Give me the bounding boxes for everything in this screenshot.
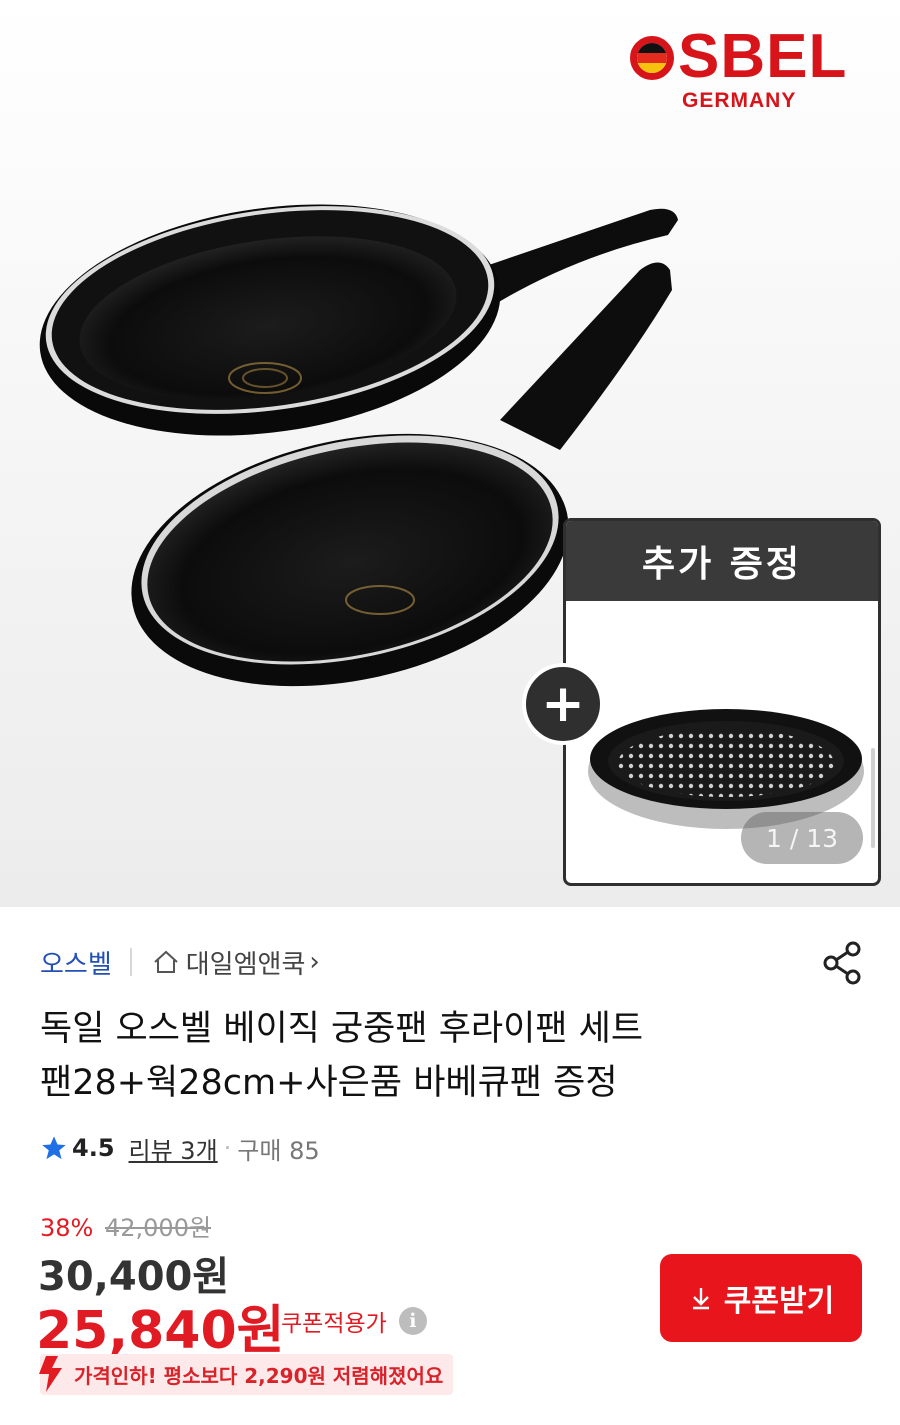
product-title: 독일 오스벨 베이직 궁중팬 후라이팬 세트 팬28+웍28cm+사은품 바베큐… xyxy=(40,1002,870,1110)
discount-percent: 38% xyxy=(40,1214,94,1242)
price-drop-text: 가격인하! 평소보다 2,290원 저렴해졌어요 xyxy=(40,1353,454,1395)
separator-dot: · xyxy=(223,1134,232,1162)
discount-row: 38% 42,000원 xyxy=(40,1208,211,1243)
price-drop-notice: 가격인하! 평소보다 2,290원 저렴해졌어요 xyxy=(36,1353,454,1395)
logo-wordmark: SBEL xyxy=(678,22,848,91)
info-icon[interactable]: i xyxy=(398,1307,427,1335)
coupon-button-label: 쿠폰받기 xyxy=(723,1285,835,1318)
product-image-carousel[interactable]: SBEL GERMANY 추가 증정 + 1 / 13 xyxy=(0,0,900,907)
get-coupon-button[interactable]: 쿠폰받기 xyxy=(660,1254,862,1342)
product-title-line1: 독일 오스벨 베이직 궁중팬 후라이팬 세트 xyxy=(40,1009,644,1049)
logo-subtitle: GERMANY xyxy=(682,89,797,112)
rating-row: 4.5 리뷰 3개 · 구매 85 xyxy=(40,1128,320,1168)
osbel-logo: SBEL GERMANY xyxy=(630,26,880,116)
coupon-note-label: 쿠폰적용가 xyxy=(281,1311,387,1337)
coupon-price: 25,840원 xyxy=(36,1301,285,1361)
gift-label: 추가 증정 xyxy=(566,521,878,601)
brand-link[interactable]: 오스벨 xyxy=(40,944,112,981)
seller-row: 오스벨 대일엠앤쿡 › xyxy=(40,940,870,984)
image-counter: 1 / 13 xyxy=(741,812,863,864)
germany-flag-o xyxy=(630,36,674,80)
review-link[interactable]: 리뷰 3개 xyxy=(129,1131,218,1166)
price-down-arrow-icon xyxy=(39,1356,62,1392)
download-icon xyxy=(692,1288,709,1310)
home-icon xyxy=(154,950,178,973)
star-icon xyxy=(42,1136,66,1160)
purchase-count: 구매 85 xyxy=(237,1136,320,1165)
rating-value: 4.5 xyxy=(72,1134,115,1162)
product-title-line2: 팬28+웍28cm+사은품 바베큐팬 증정 xyxy=(40,1063,618,1103)
gift-scrollbar xyxy=(871,748,875,848)
share-icon[interactable] xyxy=(817,937,869,989)
coupon-price-note: 쿠폰적용가 i xyxy=(281,1304,427,1338)
chevron-right-icon: › xyxy=(309,947,320,977)
store-link[interactable]: 대일엠앤쿡 › xyxy=(152,944,320,981)
store-name: 대일엠앤쿡 xyxy=(185,949,306,980)
divider xyxy=(129,948,132,976)
plus-icon: + xyxy=(522,663,604,745)
original-price: 42,000원 xyxy=(104,1214,212,1242)
